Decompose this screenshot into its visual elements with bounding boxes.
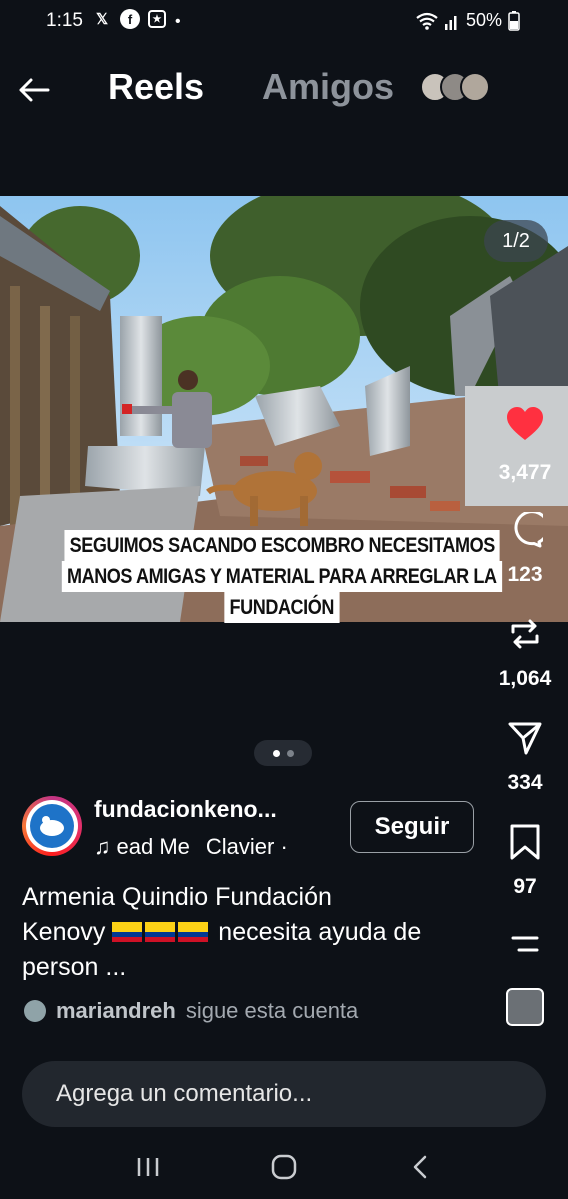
tab-reels[interactable]: Reels xyxy=(108,66,204,108)
like-heart-icon[interactable] xyxy=(505,404,545,444)
profile-avatar[interactable] xyxy=(22,796,82,856)
status-dot: • xyxy=(175,13,181,30)
more-options-icon[interactable] xyxy=(505,924,545,964)
carousel-counter: 1/2 xyxy=(484,220,548,262)
friends-avatars[interactable] xyxy=(420,72,490,102)
colombia-flag-icon xyxy=(178,922,209,942)
followed-by-row[interactable]: mariandreh sigue esta cuenta xyxy=(24,998,358,1024)
colombia-flag-icon xyxy=(112,922,143,942)
avatar xyxy=(460,72,490,102)
status-right: 50% xyxy=(416,10,520,31)
avatar-ring xyxy=(26,800,78,852)
song-title: ead Me xyxy=(116,834,190,859)
colombia-flag-icon xyxy=(145,922,176,942)
caption-line: MANOS AMIGAS Y MATERIAL PARA ARREGLAR LA xyxy=(62,561,502,592)
home-icon[interactable] xyxy=(264,1147,304,1187)
follower-text: sigue esta cuenta xyxy=(185,998,359,1023)
share-count[interactable]: 334 xyxy=(485,771,565,795)
system-nav-bar xyxy=(0,1135,568,1199)
tab-amigos[interactable]: Amigos xyxy=(262,66,394,108)
follower-avatar xyxy=(24,1000,46,1022)
comment-input[interactable]: Agrega un comentario... xyxy=(22,1061,546,1127)
repost-icon[interactable] xyxy=(505,614,545,654)
battery-icon xyxy=(508,10,520,31)
music-note-icon: ♫ xyxy=(94,834,111,859)
share-icon[interactable] xyxy=(505,718,545,758)
notification-icons: 𝕏 f ★ xyxy=(92,9,166,29)
wifi-icon xyxy=(416,12,438,30)
save-bookmark-icon[interactable] xyxy=(505,822,545,862)
x-icon: 𝕏 xyxy=(95,11,109,28)
repost-count[interactable]: 1,064 xyxy=(485,667,565,691)
like-count[interactable]: 3,477 xyxy=(485,461,565,485)
description-text: Kenovy xyxy=(22,918,106,946)
signal-icon xyxy=(444,15,457,30)
image-caption: SEGUIMOS SACANDO ESCOMBRO NECESITAMOS MA… xyxy=(32,530,532,623)
status-time: 1:15 xyxy=(46,10,83,31)
back-icon[interactable] xyxy=(400,1147,440,1187)
follow-button[interactable]: Seguir xyxy=(350,801,474,853)
artist-name: Clavier · xyxy=(205,834,288,859)
description-text: necesita ayuda de xyxy=(218,918,422,946)
comment-count[interactable]: 123 xyxy=(485,563,565,587)
page-dot xyxy=(272,749,280,757)
caption-line: SEGUIMOS SACANDO ESCOMBRO NECESITAMOS xyxy=(64,530,500,561)
music-info[interactable]: ♫ ead Me Clavier · xyxy=(94,834,288,860)
description-line: Kenovy necesita ayuda de xyxy=(22,915,492,950)
carousel-dots xyxy=(254,740,312,766)
username[interactable]: fundacionkeno... xyxy=(94,796,277,823)
page-dot xyxy=(286,749,294,757)
colombia-flags xyxy=(112,915,211,950)
audio-thumbnail[interactable] xyxy=(506,988,544,1026)
recent-apps-icon[interactable] xyxy=(128,1147,168,1187)
facebook-icon: f xyxy=(120,9,140,29)
back-arrow-icon[interactable] xyxy=(16,72,52,108)
app-icon: ★ xyxy=(148,10,166,28)
foundation-logo-icon xyxy=(30,804,74,848)
description-line: person ... xyxy=(22,953,127,981)
follower-name: mariandreh xyxy=(56,998,176,1023)
post-description[interactable]: Armenia Quindio Fundación Kenovy necesit… xyxy=(22,880,492,985)
battery-percent: 50% xyxy=(465,10,502,30)
caption-line: FUNDACIÓN xyxy=(224,592,340,623)
description-line: Armenia Quindio Fundación xyxy=(22,883,332,911)
comment-icon[interactable] xyxy=(505,510,545,550)
save-count[interactable]: 97 xyxy=(485,875,565,899)
